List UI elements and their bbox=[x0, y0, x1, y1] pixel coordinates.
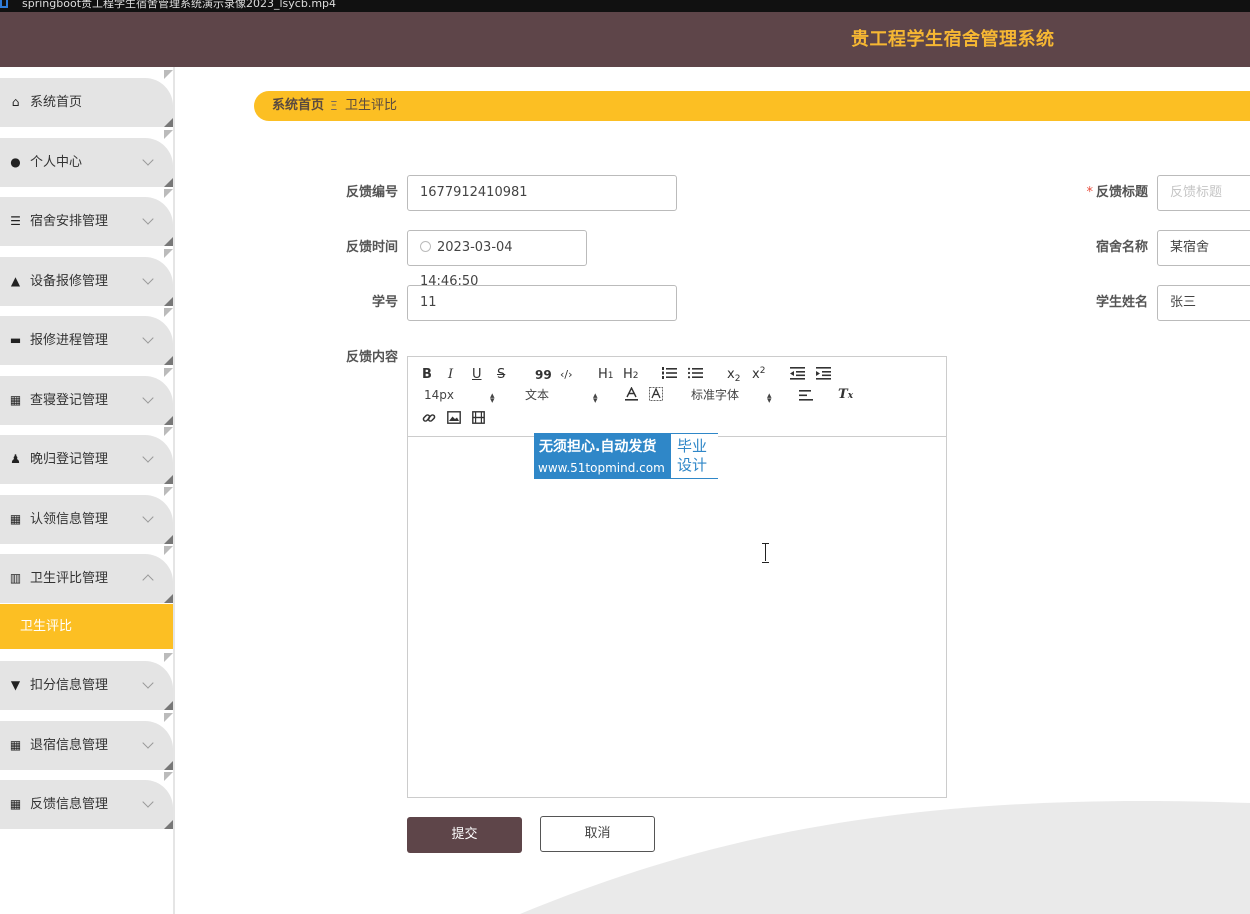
subscript-letter: x bbox=[727, 367, 735, 382]
code-block-button[interactable]: ‹/› bbox=[560, 367, 573, 383]
header1-button[interactable]: H1 bbox=[598, 367, 614, 384]
background-color-icon[interactable] bbox=[649, 387, 663, 406]
cancel-button[interactable]: 取消 bbox=[540, 816, 655, 852]
font-family-value: 标准字体 bbox=[691, 388, 740, 402]
breadcrumb-separator: Ξ bbox=[330, 99, 338, 113]
align-icon[interactable] bbox=[799, 389, 813, 407]
blockquote-button[interactable]: 99 bbox=[535, 367, 552, 383]
select-arrows-icon: ▾ bbox=[767, 396, 772, 406]
header1-letter: H bbox=[598, 367, 608, 382]
header2-number: 2 bbox=[632, 371, 639, 381]
watermark-line3: 毕业设计 bbox=[671, 434, 718, 478]
superscript-mark: 2 bbox=[759, 366, 766, 376]
font-size-select[interactable]: 14px ▴ ▾ bbox=[424, 387, 504, 406]
ordered-list-icon[interactable] bbox=[662, 366, 677, 385]
rich-text-editor: B I U S 99 ‹/› H1 H2 x2 x2 14px ▴ ▾ 文本 ▴ ▾ 标… bbox=[407, 356, 947, 798]
feedback-title-label-text: 反馈标题 bbox=[1095, 185, 1148, 200]
header1-number: 1 bbox=[607, 371, 614, 381]
indent-icon[interactable] bbox=[816, 366, 831, 385]
header-format-value: 文本 bbox=[525, 388, 550, 402]
superscript-button[interactable]: x2 bbox=[752, 366, 766, 384]
header-format-select[interactable]: 文本 ▴ ▾ bbox=[525, 387, 605, 406]
text-color-icon[interactable] bbox=[625, 386, 638, 406]
select-arrows-icon: ▾ bbox=[593, 396, 598, 406]
strikethrough-button[interactable]: S bbox=[497, 367, 505, 383]
clear-format-letter: T bbox=[838, 387, 848, 402]
watermark-logo: 无须担心.自动发货 www.51topmind.com 毕业设计 bbox=[534, 433, 718, 479]
student-name-input[interactable]: 张三 bbox=[1157, 285, 1250, 321]
underline-button[interactable]: U bbox=[472, 367, 482, 383]
breadcrumb-home[interactable]: 系统首页 bbox=[272, 91, 324, 121]
subscript-button[interactable]: x2 bbox=[727, 367, 740, 384]
bold-button[interactable]: B bbox=[422, 367, 432, 383]
header2-button[interactable]: H2 bbox=[623, 367, 639, 384]
bullet-list-icon[interactable] bbox=[687, 366, 703, 385]
subscript-mark: 2 bbox=[734, 374, 741, 384]
header2-letter: H bbox=[623, 367, 633, 382]
italic-button[interactable]: I bbox=[448, 367, 453, 383]
dorm-name-input[interactable]: 某宿舍 bbox=[1157, 230, 1250, 266]
content-label: 反馈内容 bbox=[345, 350, 398, 365]
breadcrumb: 系统首页 Ξ 卫生评比 bbox=[254, 91, 1250, 121]
feedback-no-label: 反馈编号 bbox=[345, 185, 398, 200]
feedback-title-input[interactable]: 反馈标题 bbox=[1157, 175, 1250, 211]
required-mark: * bbox=[1086, 185, 1093, 200]
submit-button[interactable]: 提交 bbox=[407, 817, 522, 853]
font-size-value: 14px bbox=[424, 388, 454, 402]
select-arrows-icon: ▾ bbox=[490, 396, 495, 406]
text-cursor-icon bbox=[762, 543, 770, 563]
feedback-time-label: 反馈时间 bbox=[345, 240, 398, 255]
feedback-title-label: * 反馈标题 bbox=[1068, 175, 1148, 211]
dorm-name-label: 宿舍名称 bbox=[1095, 240, 1148, 255]
link-icon[interactable] bbox=[422, 411, 436, 430]
student-name-label: 学生姓名 bbox=[1095, 295, 1148, 310]
video-icon[interactable] bbox=[472, 411, 485, 429]
watermark-line2: www.51topmind.com bbox=[538, 461, 665, 475]
clock-icon bbox=[420, 241, 431, 252]
student-no-input[interactable]: 11 bbox=[407, 285, 677, 321]
superscript-letter: x bbox=[752, 367, 760, 382]
clear-format-button[interactable]: Tx bbox=[838, 387, 853, 404]
font-family-select[interactable]: 标准字体 ▴ ▾ bbox=[691, 387, 781, 406]
image-icon[interactable] bbox=[447, 411, 461, 429]
feedback-no-input[interactable]: 1677912410981 bbox=[407, 175, 677, 211]
student-no-label: 学号 bbox=[371, 295, 398, 310]
feedback-time-picker[interactable]: 2023-03-04 14:46:50 bbox=[407, 230, 587, 289]
breadcrumb-current: 卫生评比 bbox=[345, 98, 398, 113]
editor-toolbar: B I U S 99 ‹/› H1 H2 x2 x2 14px ▴ ▾ 文本 ▴ ▾ 标… bbox=[408, 357, 946, 437]
watermark-line1: 无须担心.自动发货 bbox=[539, 439, 657, 455]
outdent-icon[interactable] bbox=[790, 366, 805, 385]
